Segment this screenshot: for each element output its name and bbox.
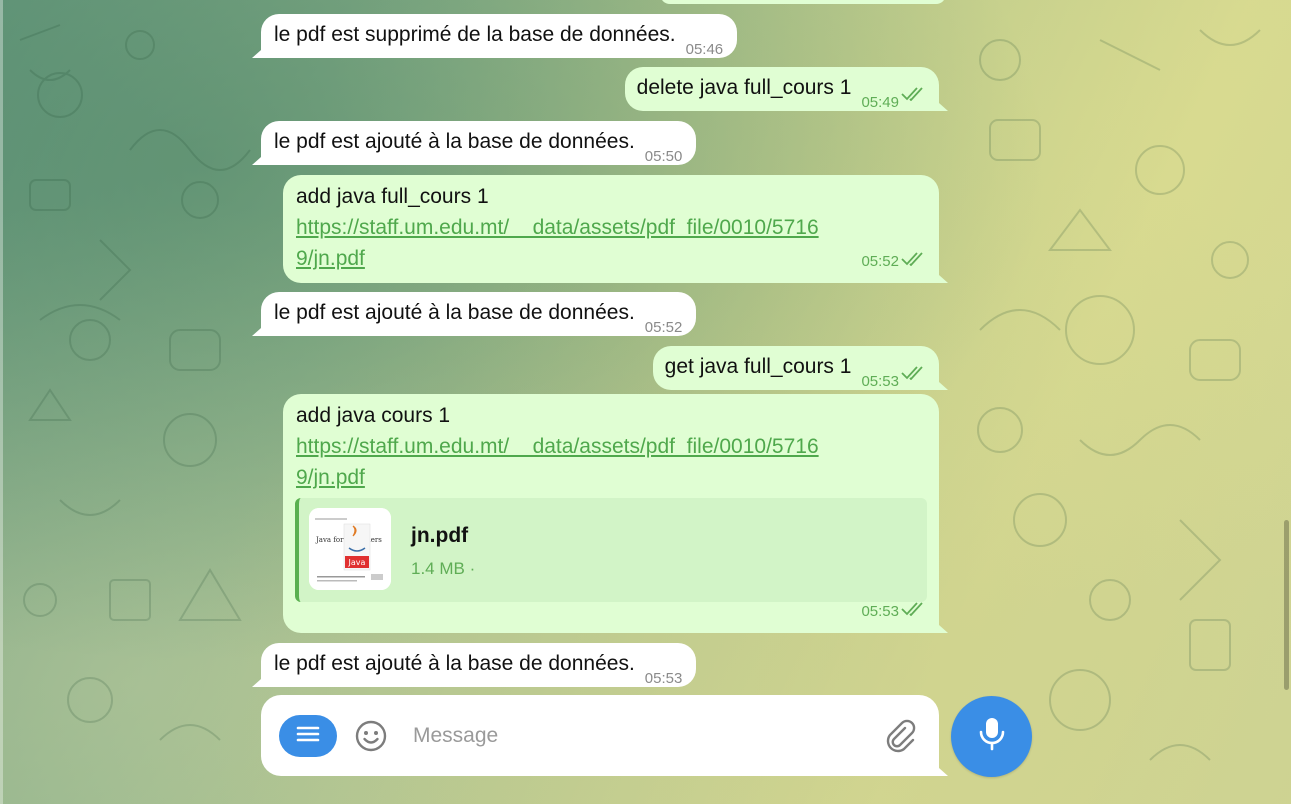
incoming-message[interactable]: le pdf est ajouté à la base de données. … — [261, 643, 697, 687]
outgoing-message[interactable]: get java full_cours 1 05:53 — [652, 346, 939, 390]
bot-menu-button[interactable] — [279, 715, 337, 757]
double-check-icon — [901, 596, 925, 627]
message-meta: 05:53 — [861, 596, 925, 627]
message-time: 05:50 — [644, 148, 683, 165]
message-text: le pdf est ajouté à la base de données. — [274, 301, 635, 324]
voice-record-button[interactable] — [951, 696, 1032, 777]
window-edge — [0, 0, 3, 804]
double-check-icon — [901, 246, 925, 277]
message-link[interactable]: https://staff.um.edu.mt/__data/assets/pd… — [296, 216, 819, 239]
previous-message-edge — [660, 0, 946, 4]
message-text: le pdf est supprimé de la base de donnée… — [274, 23, 676, 46]
message-text: add java full_cours 1 — [296, 185, 489, 208]
outgoing-message[interactable]: add java full_cours 1 https://staff.um.e… — [283, 175, 939, 283]
message-input[interactable] — [411, 717, 855, 755]
smile-icon — [354, 720, 388, 757]
message-time: 05:52 — [861, 253, 899, 270]
message-link[interactable]: https://staff.um.edu.mt/__data/assets/pd… — [296, 435, 819, 458]
message-text: le pdf est ajouté à la base de données. — [274, 130, 635, 153]
menu-icon — [295, 724, 321, 749]
incoming-message[interactable]: le pdf est ajouté à la base de données. … — [261, 121, 697, 165]
message-time: 05:53 — [861, 373, 899, 390]
message-time: 05:49 — [861, 94, 899, 111]
message-link-continued[interactable]: 9/jn.pdf — [296, 466, 365, 489]
file-size: 1.4 MB · — [411, 559, 476, 578]
message-time: 05:46 — [685, 41, 724, 58]
message-text: delete java full_cours 1 — [636, 76, 852, 99]
scrollbar-thumb[interactable] — [1284, 520, 1289, 690]
pdf-thumbnail[interactable]: Java for Beginners Java — [309, 508, 391, 590]
message-text: add java cours 1 — [296, 404, 451, 427]
incoming-message[interactable]: le pdf est ajouté à la base de données. … — [261, 292, 697, 336]
message-time: 05:53 — [644, 670, 683, 687]
file-attachment[interactable]: Java for Beginners Java jn.pdf 1.4 MB · — [295, 498, 927, 602]
thumbnail-logo: Java — [348, 558, 366, 567]
message-text: le pdf est ajouté à la base de données. — [274, 652, 635, 675]
outgoing-message[interactable]: delete java full_cours 1 05:49 — [624, 67, 939, 111]
incoming-message[interactable]: le pdf est supprimé de la base de donnée… — [261, 14, 738, 58]
microphone-icon — [977, 716, 1007, 757]
emoji-button[interactable] — [354, 719, 388, 753]
outgoing-message[interactable]: add java cours 1 https://staff.um.edu.mt… — [283, 394, 939, 633]
double-check-icon — [901, 358, 925, 389]
message-link-continued[interactable]: 9/jn.pdf — [296, 247, 365, 270]
file-name[interactable]: jn.pdf — [411, 520, 468, 551]
message-composer — [261, 695, 939, 776]
attach-button[interactable] — [883, 719, 917, 753]
message-time: 05:53 — [861, 603, 899, 620]
chat-scrollbar[interactable] — [1281, 0, 1291, 804]
double-check-icon — [901, 79, 925, 110]
message-text: get java full_cours 1 — [664, 355, 852, 378]
message-time: 05:52 — [644, 319, 683, 336]
message-meta: 05:52 — [861, 246, 925, 277]
paperclip-icon — [883, 719, 917, 757]
